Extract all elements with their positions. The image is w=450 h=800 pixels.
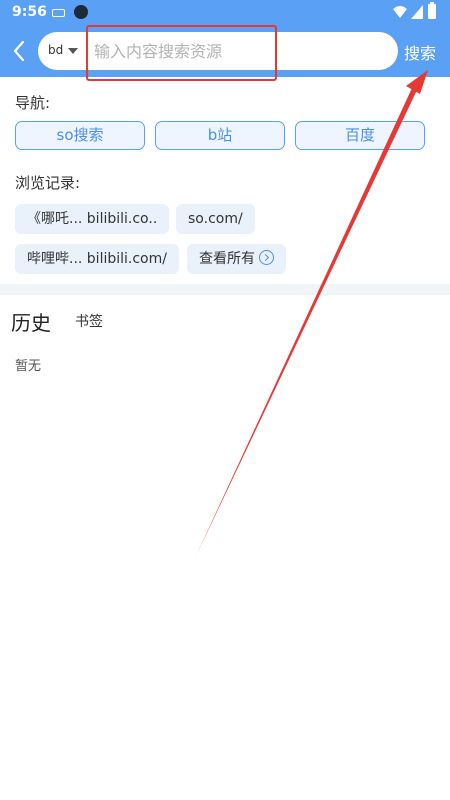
annotation-arrow-icon	[196, 70, 428, 556]
view-all-button[interactable]: 查看所有	[187, 244, 286, 274]
nav-item-so[interactable]: so搜索	[15, 121, 145, 150]
history-item[interactable]: 哔哩哔... bilibili.com/	[15, 244, 179, 274]
empty-state-text: 暂无	[15, 359, 42, 374]
search-input[interactable]	[94, 36, 384, 66]
navigation-label: 导航:	[15, 94, 51, 112]
history-item[interactable]: 《哪吒... bilibili.co..	[15, 204, 170, 234]
search-box: bd	[38, 32, 398, 70]
tab-history[interactable]: 历史	[11, 307, 51, 336]
notification-dot-icon	[74, 5, 88, 19]
chevron-right-circle-icon	[259, 250, 274, 265]
status-time: 9:56	[12, 4, 47, 20]
view-all-label: 查看所有	[199, 251, 255, 267]
tab-bookmarks[interactable]: 书签	[75, 311, 103, 331]
divider	[87, 40, 88, 62]
back-icon[interactable]	[8, 38, 30, 64]
browse-history-label: 浏览记录:	[15, 174, 81, 192]
nav-item-bilibili[interactable]: b站	[155, 121, 285, 150]
caret-down-icon[interactable]	[68, 48, 78, 54]
nav-item-baidu[interactable]: 百度	[295, 121, 425, 150]
engine-selector[interactable]: bd	[48, 43, 63, 57]
battery-icon	[428, 2, 436, 19]
history-item[interactable]: so.com/	[176, 204, 255, 234]
section-divider	[0, 284, 450, 295]
keyboard-icon	[52, 9, 65, 17]
status-bar: 9:56	[0, 0, 450, 26]
wifi-icon	[393, 6, 407, 18]
signal-icon	[411, 5, 423, 19]
search-button[interactable]: 搜索	[404, 40, 436, 64]
